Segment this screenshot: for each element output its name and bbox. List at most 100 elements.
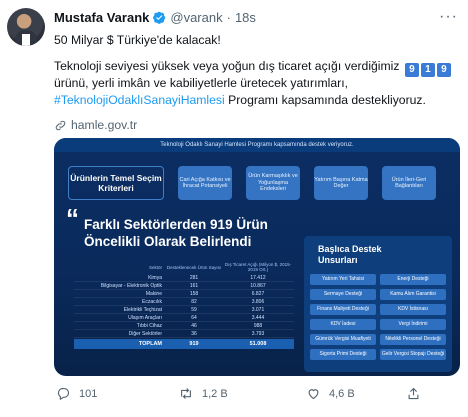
table-cell: Bilgisayar - Elektronik Optik: [100, 282, 162, 289]
table-cell: 64: [191, 314, 197, 321]
table-row: Kimya 281 17.412: [74, 274, 294, 282]
time-separator: ·: [226, 10, 231, 25]
avatar-shirt: [22, 34, 30, 46]
table-cell: 82: [191, 298, 197, 305]
support-panel: Başlıca Destek Unsurları Yatırım Yeri Ta…: [304, 236, 452, 372]
tweet-actions: 101 1,2 B 4,6 B: [54, 386, 424, 402]
table-cell: TOPLAM: [138, 341, 162, 347]
table-cell: 10.867: [250, 282, 266, 289]
table-row: Elektrikli Teçhizat 59 3.071: [74, 306, 294, 314]
tweet-media-card[interactable]: Teknoloji Odaklı Sanayi Hamlesi Programı…: [54, 138, 460, 376]
table-cell: Kimya: [148, 274, 162, 281]
url-text[interactable]: hamle.gov.tr: [71, 118, 137, 132]
table-cell: 36: [191, 330, 197, 337]
support-title: Başlıca Destek Unsurları: [318, 244, 382, 266]
table-cell: 919: [189, 341, 199, 347]
table-cell: 3.793: [251, 330, 265, 337]
criteria-item: Ürün Karmaşıklık ve Yoğunlaşma Endeksler…: [246, 166, 300, 200]
more-options-icon[interactable]: ···: [439, 8, 458, 26]
reply-button[interactable]: 101: [56, 386, 97, 401]
support-item: Kamu Alım Garantisi: [380, 289, 446, 300]
author-handle[interactable]: @varank: [170, 10, 222, 25]
reply-icon: [57, 387, 70, 401]
tweet-text-line-2-body: Teknoloji seviyesi yüksek veya yoğun dış…: [54, 59, 400, 73]
tweet-header: Mustafa Varank @varank · 18s: [54, 10, 256, 25]
table-header-cell: Dış Ticaret Açığı (Milyon $, 2015-2019 O…: [224, 262, 292, 272]
headline-line-2: Öncelikli Olarak Belirlendi: [84, 234, 252, 249]
keycap-digit: 9: [404, 63, 419, 77]
sector-table: Sektör Desteklenecek Ürün Sayısı Dış Tic…: [74, 260, 294, 349]
retweet-button[interactable]: 1,2 B: [178, 386, 228, 401]
criteria-title: Ürünlerin Temel Seçim Kriterleri: [68, 166, 164, 200]
reply-count: 101: [79, 387, 98, 400]
tweet-text-line-4-rest: Programı kapsamında destekliyoruz.: [224, 93, 426, 107]
support-item: Nitelikli Personel Desteği: [380, 334, 446, 345]
card-header: Teknoloji Odaklı Sanayi Hamlesi Programı…: [54, 138, 460, 152]
hashtag-link[interactable]: #TeknolojiOdaklıSanayiHamlesi: [54, 93, 225, 107]
link-icon: [55, 120, 66, 130]
table-cell: 3.806: [251, 298, 265, 305]
support-item: Vergi İndirimi: [380, 319, 446, 330]
share-button[interactable]: [406, 386, 429, 401]
keycap-digit: 9: [436, 63, 451, 77]
table-cell: 161: [189, 282, 199, 289]
table-row: Diğer Sektörler 36 3.793: [74, 330, 294, 338]
table-cell: 6.827: [251, 290, 265, 297]
table-cell: Eczacılık: [141, 298, 162, 305]
verified-badge-icon: [153, 11, 166, 24]
table-row: Tıbbi Cihaz 46 988: [74, 322, 294, 330]
table-cell: 988: [253, 322, 263, 329]
support-item: Finans Maliyeti Desteği: [310, 304, 376, 315]
table-header-cell: Desteklenecek Ürün Sayısı: [166, 264, 222, 270]
support-title-line: Unsurları: [318, 255, 358, 265]
support-item: Sigorta Primi Desteği: [310, 349, 376, 360]
author-name[interactable]: Mustafa Varank: [54, 10, 149, 25]
table-cell: 158: [189, 290, 199, 297]
table-cell: 46: [191, 322, 197, 329]
retweet-icon: [181, 388, 191, 399]
table-row: Eczacılık 82 3.806: [74, 298, 294, 306]
quote-mark: “: [66, 203, 79, 233]
table-cell: Makine: [145, 290, 162, 297]
table-header: Sektör Desteklenecek Ürün Sayısı Dış Tic…: [74, 260, 294, 274]
support-item: KDV İadesi: [310, 319, 376, 330]
criteria-item: Yatırım Başına Katma Değer: [314, 166, 368, 200]
table-row: Bilgisayar - Elektronik Optik 161 10.867: [74, 282, 294, 290]
table-cell: Elektrikli Teçhizat: [123, 306, 162, 313]
headline-line-1: Farklı Sektörlerden 919 Ürün: [84, 217, 268, 232]
tweet-text-line-3: ürünü, yerli imkân ve kabiliyetlerle üre…: [54, 76, 348, 90]
tweet-text-line-1: 50 Milyar $ Türkiye'de kalacak!: [54, 33, 221, 47]
table-cell: 17.412: [250, 274, 266, 281]
table-row: Ulaşım Araçları 64 3.444: [74, 314, 294, 322]
support-item: Gümrük Vergisi Muafiyeti: [310, 334, 376, 345]
retweet-count: 1,2 B: [202, 387, 228, 400]
support-item: Gelir Vergisi Stopajı Desteği: [380, 349, 446, 360]
url-link[interactable]: hamle.gov.tr: [54, 118, 137, 132]
support-item: KDV İstisnası: [380, 304, 446, 315]
table-total-row: TOPLAM 919 51.008: [74, 339, 294, 349]
table-cell: 3.444: [251, 314, 265, 321]
like-count: 4,6 B: [329, 387, 355, 400]
criteria-item: Cari Açığa Katkısı ve İhracat Potansiyel…: [178, 166, 232, 200]
tweet-time[interactable]: 18s: [235, 10, 256, 25]
support-title-line: Başlıca Destek: [318, 244, 382, 254]
table-cell: 51.008: [249, 341, 267, 347]
table-cell: 281: [189, 274, 199, 281]
support-item: Sermaye Desteği: [310, 289, 376, 300]
tweet-text-line-4: #TeknolojiOdaklıSanayiHamlesi Programı k…: [54, 92, 426, 109]
table-header-cell: Sektör: [148, 264, 162, 270]
share-icon: [408, 387, 419, 400]
table-cell: 3.071: [251, 306, 265, 313]
table-row: Makine 158 6.827: [74, 290, 294, 298]
keycap-digit: 1: [420, 63, 435, 77]
support-item: Yatırım Yeri Tahsisi: [310, 274, 376, 285]
table-cell: Tıbbi Cihaz: [136, 322, 162, 329]
like-button[interactable]: 4,6 B: [306, 386, 355, 401]
heart-icon: [308, 389, 319, 400]
table-cell: Ulaşım Araçları: [128, 314, 162, 321]
author-avatar[interactable]: [7, 8, 45, 46]
table-cell: Diğer Sektörler: [128, 330, 162, 337]
card-headline: “ Farklı Sektörlerden 919 Ürün Öncelikli…: [66, 205, 268, 250]
support-item: Enerji Desteği: [380, 274, 446, 285]
table-cell: 59: [191, 306, 197, 313]
